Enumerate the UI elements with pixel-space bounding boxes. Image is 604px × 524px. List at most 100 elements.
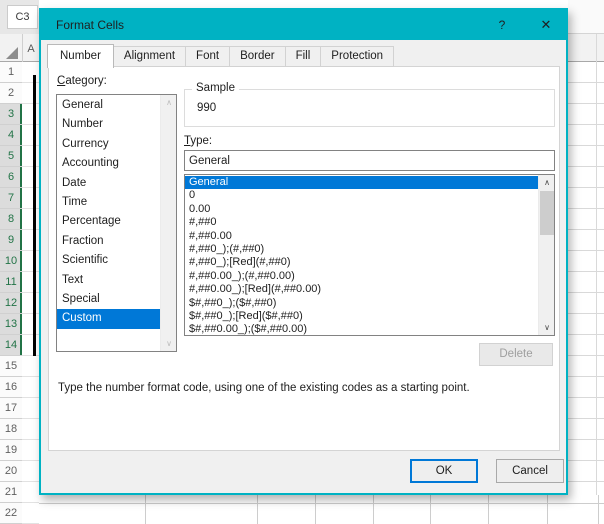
cell-a[interactable]: [22, 335, 39, 356]
row-header[interactable]: 15: [0, 356, 22, 377]
cell-a[interactable]: [22, 503, 39, 524]
type-item[interactable]: #,##0: [185, 216, 538, 229]
category-item[interactable]: Percentage: [57, 212, 160, 231]
row-header[interactable]: 8: [0, 209, 22, 230]
row-header[interactable]: 17: [0, 398, 22, 419]
grid-row[interactable]: [568, 440, 604, 461]
type-item[interactable]: $#,##0.00_);($#,##0.00): [185, 323, 538, 335]
cell-a[interactable]: [22, 209, 39, 230]
grid-row[interactable]: [568, 188, 604, 209]
cell-a[interactable]: [22, 398, 39, 419]
row-header[interactable]: 10: [0, 251, 22, 272]
category-item[interactable]: Currency: [57, 135, 160, 154]
category-item[interactable]: General: [57, 96, 160, 115]
cell-a[interactable]: [22, 293, 39, 314]
category-item[interactable]: Special: [57, 290, 160, 309]
row-header[interactable]: 21: [0, 482, 22, 503]
row-header[interactable]: 13: [0, 314, 22, 335]
cell-a[interactable]: [22, 419, 39, 440]
type-scrollbar[interactable]: ∧ ∨: [538, 175, 554, 335]
cell-a[interactable]: [22, 356, 39, 377]
category-listbox[interactable]: General Number Currency Accounting Date Time P…: [56, 94, 177, 352]
help-icon[interactable]: ?: [494, 10, 510, 40]
grid-row[interactable]: [568, 461, 604, 482]
name-box[interactable]: C3: [7, 5, 38, 29]
row-header[interactable]: 4: [0, 125, 22, 146]
type-item[interactable]: #,##0.00_);[Red](#,##0.00): [185, 283, 538, 296]
row-header[interactable]: 5: [0, 146, 22, 167]
type-item[interactable]: #,##0_);[Red](#,##0): [185, 256, 538, 269]
category-item[interactable]: Scientific: [57, 251, 160, 270]
row-header[interactable]: 9: [0, 230, 22, 251]
grid-row[interactable]: [568, 398, 604, 419]
scroll-up-icon[interactable]: ∧: [539, 175, 554, 190]
cell-a[interactable]: [22, 188, 39, 209]
cell-a[interactable]: [22, 125, 39, 146]
row-header[interactable]: 16: [0, 377, 22, 398]
cell-a[interactable]: [22, 314, 39, 335]
grid-row[interactable]: [568, 125, 604, 146]
row-header[interactable]: 11: [0, 272, 22, 293]
row-header[interactable]: 22: [0, 503, 22, 524]
grid-row[interactable]: [568, 335, 604, 356]
type-item[interactable]: General: [185, 176, 538, 190]
category-item[interactable]: Text: [57, 271, 160, 290]
type-item[interactable]: 0.00: [185, 203, 538, 216]
dialog-titlebar[interactable]: Format Cells ? ✕: [41, 10, 566, 40]
cell-a[interactable]: [22, 272, 39, 293]
cell-a[interactable]: [22, 167, 39, 188]
grid-row[interactable]: [568, 293, 604, 314]
type-item[interactable]: $#,##0_);[Red]($#,##0): [185, 310, 538, 323]
category-item[interactable]: Accounting: [57, 154, 160, 173]
grid-row[interactable]: [568, 83, 604, 104]
cell-a[interactable]: [22, 440, 39, 461]
type-item[interactable]: #,##0.00: [185, 230, 538, 243]
type-item[interactable]: 0: [185, 189, 538, 202]
grid-row[interactable]: [568, 230, 604, 251]
cell-a[interactable]: [22, 230, 39, 251]
delete-button[interactable]: Delete: [479, 343, 553, 366]
cancel-button[interactable]: Cancel: [496, 459, 564, 483]
tab[interactable]: Protection: [320, 46, 395, 67]
grid-row[interactable]: [568, 314, 604, 335]
tab[interactable]: Number: [47, 44, 114, 68]
type-listbox[interactable]: General 0 0.00 #,##0 #,##0.00 #,##0_);(#,##0)…: [184, 174, 555, 336]
row-header[interactable]: 12: [0, 293, 22, 314]
close-icon[interactable]: ✕: [537, 10, 555, 40]
grid-row[interactable]: [568, 104, 604, 125]
cell-a[interactable]: [22, 146, 39, 167]
grid-row[interactable]: [568, 209, 604, 230]
cell-a[interactable]: [22, 251, 39, 272]
grid-row[interactable]: [568, 419, 604, 440]
grid-row[interactable]: [568, 251, 604, 272]
row-header[interactable]: 19: [0, 440, 22, 461]
grid-row[interactable]: [568, 356, 604, 377]
type-item[interactable]: #,##0.00_);(#,##0.00): [185, 270, 538, 283]
cell-a[interactable]: [22, 83, 39, 104]
tab[interactable]: Border: [229, 46, 286, 67]
grid-row[interactable]: [568, 62, 604, 83]
row-header[interactable]: 7: [0, 188, 22, 209]
select-all-icon[interactable]: [6, 47, 18, 59]
tab[interactable]: Font: [185, 46, 231, 67]
row-header[interactable]: 20: [0, 461, 22, 482]
row-header[interactable]: 1: [0, 62, 22, 83]
row-header[interactable]: 3: [0, 104, 22, 125]
cell-a[interactable]: [22, 461, 39, 482]
row-header[interactable]: 18: [0, 419, 22, 440]
category-item[interactable]: Number: [57, 115, 160, 134]
scroll-down-icon[interactable]: ∨: [539, 320, 554, 335]
cell-a[interactable]: [22, 104, 39, 125]
category-item[interactable]: Date: [57, 174, 160, 193]
type-item[interactable]: $#,##0_);($#,##0): [185, 297, 538, 310]
tab[interactable]: Alignment: [112, 46, 187, 67]
tab[interactable]: Fill: [284, 46, 322, 67]
cell-a[interactable]: [22, 377, 39, 398]
category-item[interactable]: Custom: [57, 309, 160, 329]
grid-row[interactable]: [568, 146, 604, 167]
type-input[interactable]: [184, 150, 555, 171]
row-header[interactable]: 2: [0, 83, 22, 104]
row-header[interactable]: 6: [0, 167, 22, 188]
column-header-a[interactable]: A: [23, 34, 39, 62]
scroll-up-icon[interactable]: ∧: [161, 95, 176, 110]
